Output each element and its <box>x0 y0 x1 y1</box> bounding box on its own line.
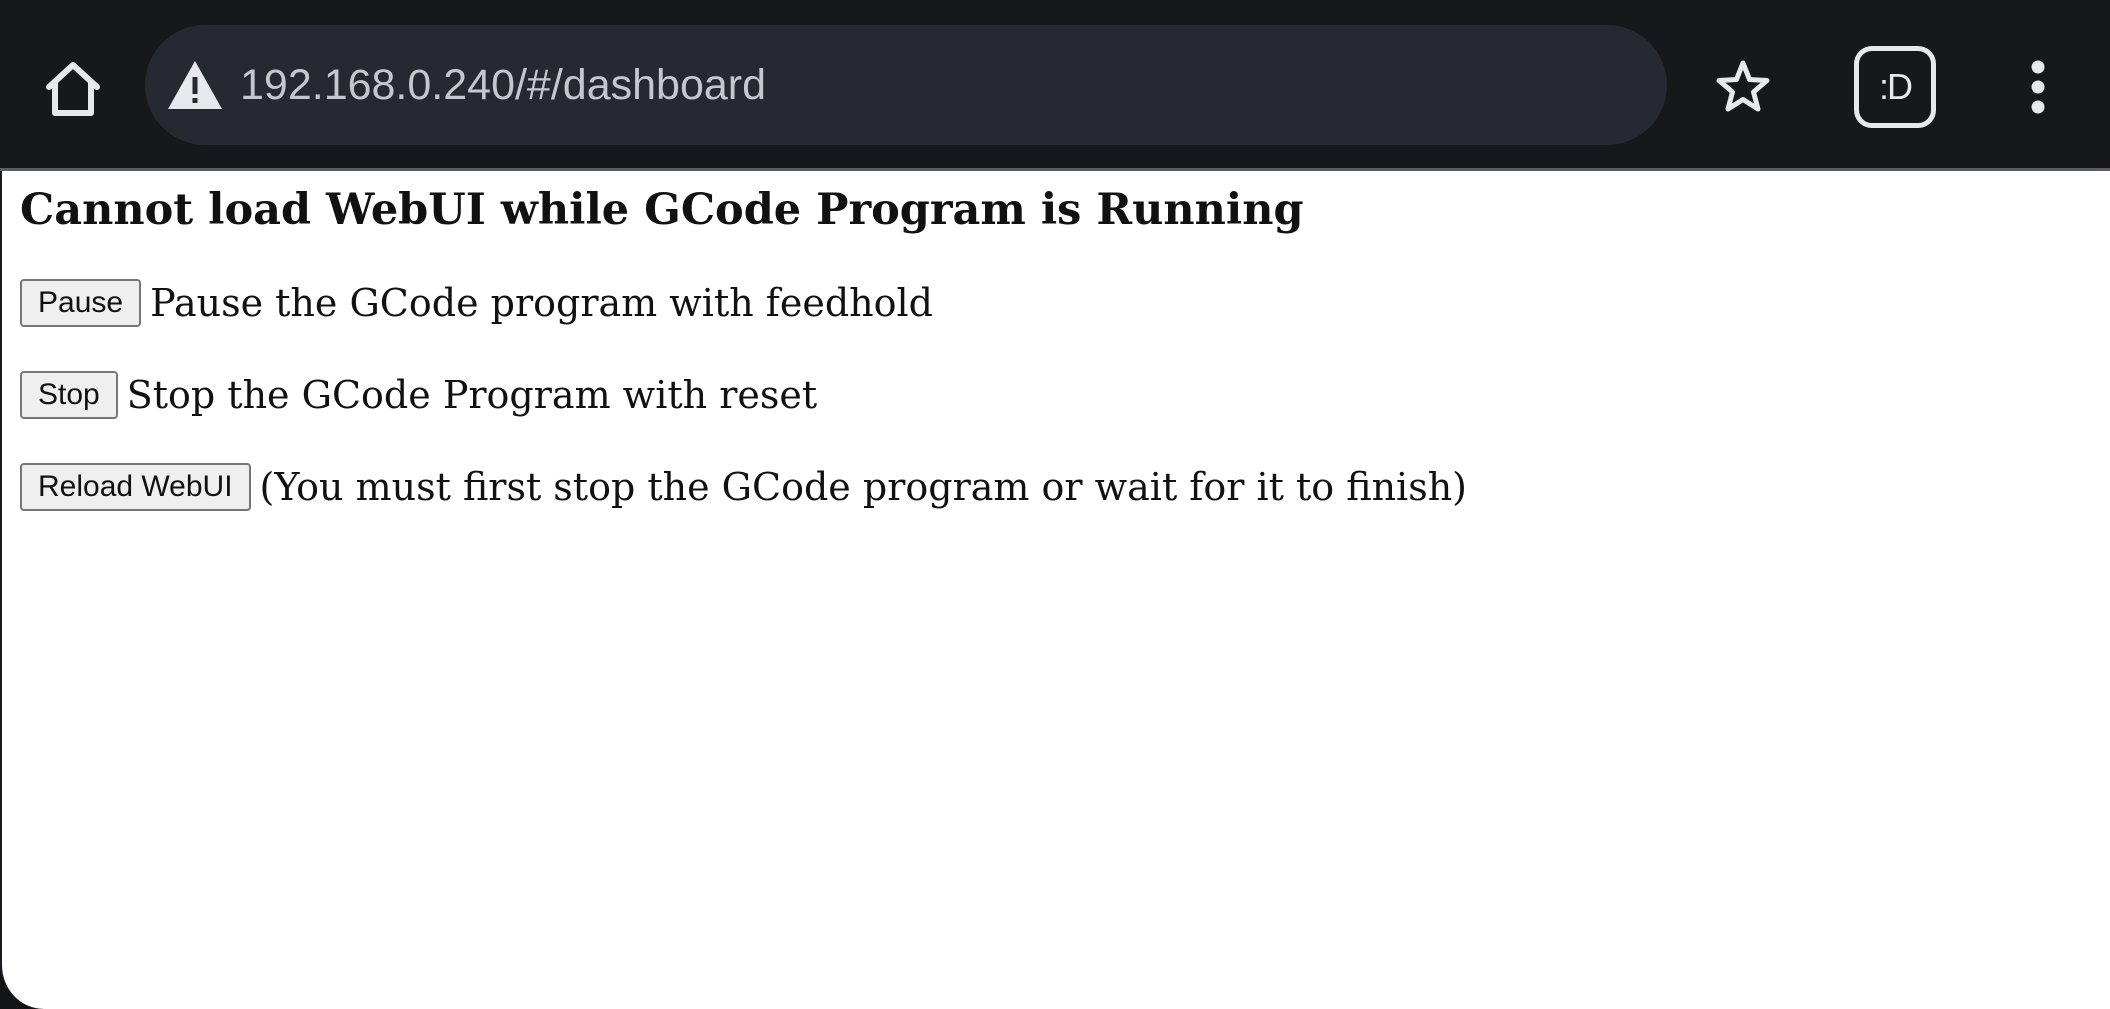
stop-button[interactable]: Stop <box>20 371 118 419</box>
home-icon <box>46 62 100 116</box>
pause-row: Pause Pause the GCode program with feedh… <box>20 279 933 327</box>
bookmark-button[interactable] <box>1700 44 1786 130</box>
extension-icon: :D <box>1854 46 1936 128</box>
browser-toolbar: 192.168.0.240/#/dashboard :D <box>0 0 2110 170</box>
kebab-menu-icon <box>2031 60 2045 114</box>
pause-description: Pause the GCode program with feedhold <box>150 281 933 325</box>
star-icon <box>1716 60 1770 112</box>
page-title: Cannot load WebUI while GCode Program is… <box>20 185 1304 235</box>
browser-menu-button[interactable] <box>2000 44 2076 130</box>
stop-row: Stop Stop the GCode Program with reset <box>20 371 817 419</box>
address-bar[interactable]: 192.168.0.240/#/dashboard <box>145 25 1667 145</box>
reload-row: Reload WebUI (You must first stop the GC… <box>20 463 1467 511</box>
warning-triangle-icon[interactable] <box>165 55 225 115</box>
stop-description: Stop the GCode Program with reset <box>126 373 818 417</box>
pause-button[interactable]: Pause <box>20 279 142 327</box>
extension-button[interactable]: :D <box>1850 44 1940 130</box>
url-text[interactable]: 192.168.0.240/#/dashboard <box>240 61 766 110</box>
reload-description: (You must first stop the GCode program o… <box>259 465 1467 509</box>
extension-badge-text: :D <box>1879 66 1913 107</box>
reload-webui-button[interactable]: Reload WebUI <box>20 463 251 511</box>
home-button[interactable] <box>30 46 116 132</box>
page-content: Cannot load WebUI while GCode Program is… <box>0 171 2110 1009</box>
